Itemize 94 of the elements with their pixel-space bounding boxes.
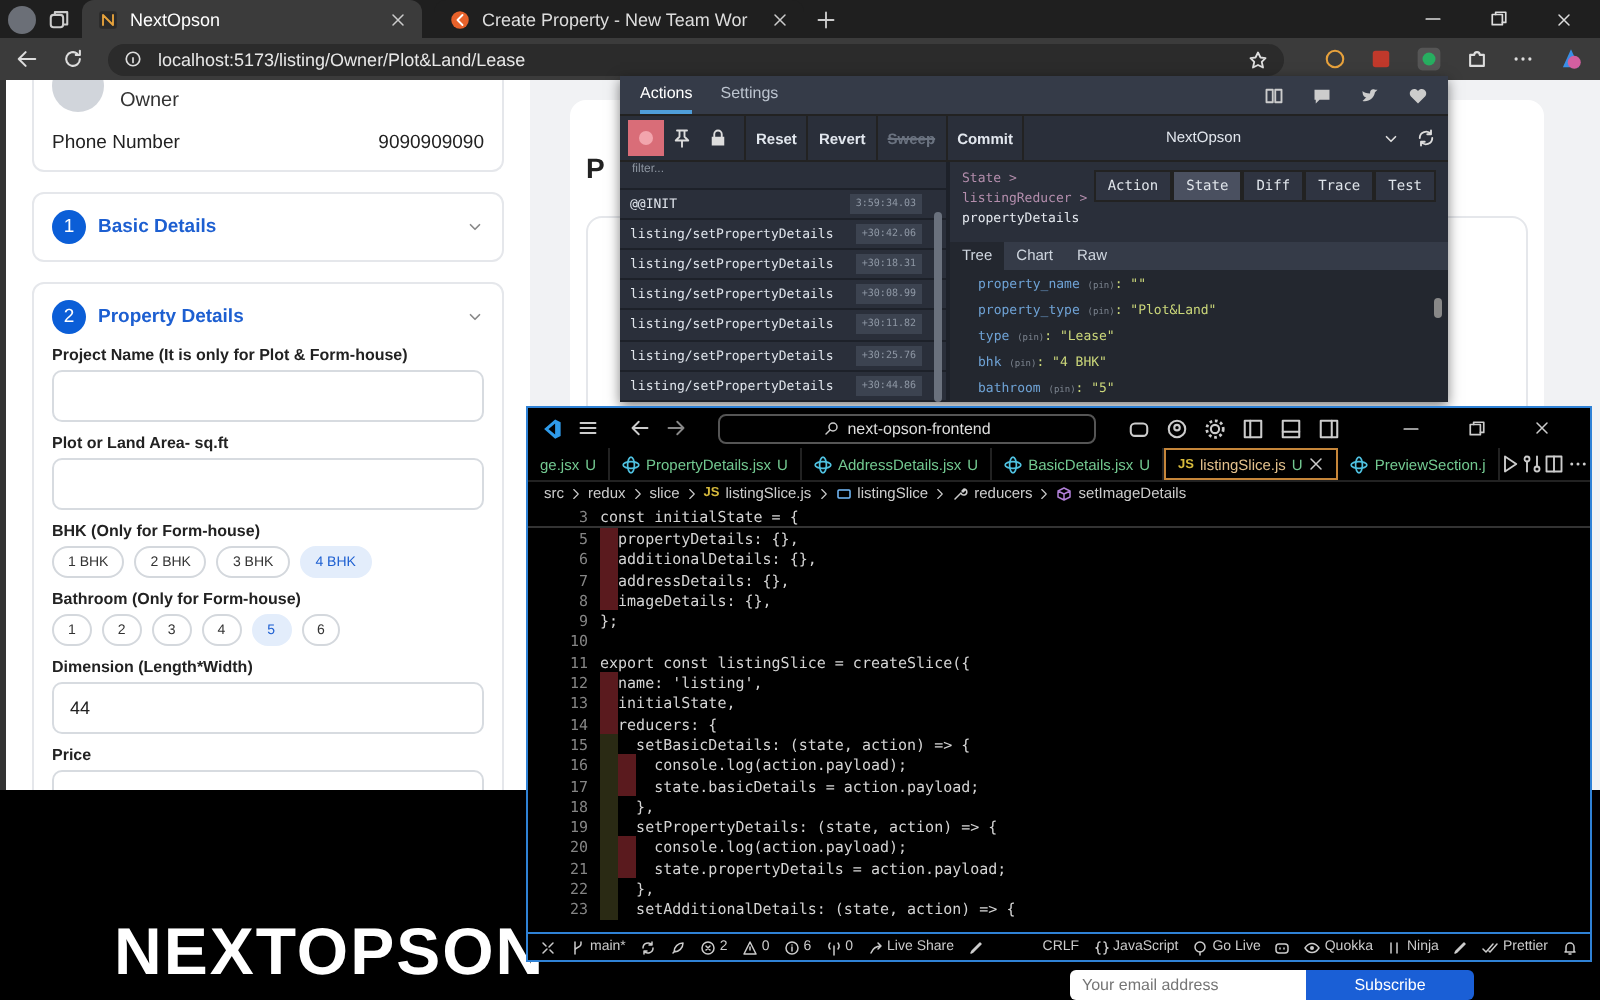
- pin-icon[interactable]: [672, 128, 692, 148]
- lock-icon[interactable]: [708, 128, 728, 148]
- input-field[interactable]: [52, 370, 484, 422]
- search-icon: [823, 420, 840, 436]
- devtools-tab[interactable]: Actions: [640, 76, 693, 114]
- field-label: Bathroom (Only for Form-house): [52, 590, 303, 608]
- split-icon[interactable]: [1544, 454, 1565, 474]
- record-icon: [638, 130, 654, 146]
- field-label: Project Name (It is only for Plot & Form-house): [52, 346, 410, 364]
- brand-logo: NEXTOPSON: [114, 914, 546, 990]
- layout-icon[interactable]: [1242, 417, 1265, 439]
- restore-icon[interactable]: [1490, 10, 1508, 28]
- close-icon[interactable]: [390, 11, 406, 27]
- info-icon[interactable]: [124, 50, 142, 68]
- address-bar[interactable]: localhost:5173/listing/Owner/Plot&Land/Lease: [108, 43, 1284, 75]
- subscribe-button[interactable]: Subscribe: [1306, 970, 1474, 1000]
- refresh-icon[interactable]: [62, 48, 84, 70]
- chevron-right-icon: [631, 487, 644, 499]
- eye-icon: [1304, 939, 1321, 955]
- share-icon: [867, 939, 884, 955]
- layout-icon[interactable]: [1280, 417, 1303, 439]
- atom-icon: [813, 455, 832, 473]
- info-icon: [783, 939, 800, 955]
- double-check-icon: [1482, 939, 1499, 955]
- scrollbar[interactable]: [1434, 298, 1442, 318]
- pen-icon: [968, 939, 984, 955]
- bell-icon: [1562, 939, 1578, 955]
- phone-value: 9090909090: [378, 132, 484, 154]
- new-tab-icon[interactable]: [815, 9, 836, 29]
- owner-role: Owner: [120, 90, 179, 112]
- layout-icon[interactable]: [1318, 417, 1341, 439]
- step-number: 2: [52, 300, 86, 334]
- chevron-right-icon: [817, 487, 830, 499]
- preview-heading: P: [586, 152, 605, 184]
- pause-icon: [1386, 939, 1403, 955]
- puzzle-icon[interactable]: [1466, 48, 1488, 70]
- sync-icon: [639, 939, 656, 955]
- logo-icon: [98, 9, 118, 29]
- restore-icon[interactable]: [1468, 419, 1486, 437]
- close-icon[interactable]: [1308, 456, 1325, 472]
- input-field[interactable]: 44: [52, 682, 484, 734]
- tabs-icon[interactable]: [48, 8, 70, 30]
- forward-icon[interactable]: [666, 418, 686, 438]
- cube-icon: [1056, 485, 1073, 501]
- braces-icon: [1093, 939, 1110, 955]
- close-icon[interactable]: [771, 11, 788, 27]
- sync-icon[interactable]: [1416, 128, 1436, 148]
- close-icon[interactable]: [1556, 11, 1572, 27]
- section-title[interactable]: Property Details: [98, 306, 454, 328]
- section-title[interactable]: Basic Details: [98, 216, 454, 238]
- scrollbar[interactable]: [934, 212, 942, 402]
- account-icon[interactable]: [1166, 417, 1189, 439]
- run-icon[interactable]: [1499, 454, 1520, 474]
- editor-logo-icon: [540, 417, 562, 439]
- wrench-icon: [952, 485, 969, 501]
- error-icon: [699, 939, 716, 955]
- bird-icon[interactable]: [1360, 85, 1380, 105]
- extension-icon[interactable]: [1416, 46, 1442, 72]
- logo-icon: [450, 9, 470, 29]
- phone-label: Phone Number: [52, 132, 180, 154]
- close-icon[interactable]: [1534, 420, 1550, 436]
- settings-icon[interactable]: [1204, 417, 1227, 439]
- menu-icon[interactable]: [578, 418, 598, 438]
- book-icon[interactable]: [1264, 85, 1284, 105]
- heart-icon[interactable]: [1408, 85, 1428, 105]
- field-label: Dimension (Length*Width): [52, 658, 255, 676]
- step-number: 1: [52, 210, 86, 244]
- devtools-tab[interactable]: Settings: [720, 76, 779, 114]
- search-field[interactable]: next-opson-frontend: [718, 413, 1097, 443]
- robot-icon: [1274, 939, 1291, 955]
- atom-icon: [1004, 455, 1023, 473]
- browser-tab[interactable]: NextOpson: [82, 0, 422, 38]
- field-label: Price: [52, 746, 94, 764]
- pen-icon: [1452, 939, 1469, 955]
- back-icon[interactable]: [630, 418, 650, 438]
- email-field[interactable]: Your email address: [1070, 970, 1306, 1000]
- chevron-right-icon: [570, 487, 582, 499]
- atom-icon: [1350, 455, 1369, 473]
- field-label: BHK (Only for Form-house): [52, 522, 262, 540]
- chevron-right-icon: [934, 487, 947, 499]
- antenna-icon: [825, 939, 842, 955]
- chevron-right-icon: [685, 487, 698, 499]
- warning-icon: [741, 939, 758, 955]
- back-icon[interactable]: [16, 48, 38, 70]
- profile-avatar[interactable]: [8, 5, 36, 33]
- atom-icon: [622, 455, 641, 473]
- input-field[interactable]: [52, 458, 484, 510]
- field-label: Plot or Land Area- sq.ft: [52, 434, 231, 452]
- compare-icon[interactable]: [1522, 454, 1543, 474]
- chevron-right-icon: [1038, 487, 1051, 499]
- star-icon[interactable]: [1248, 49, 1268, 69]
- chat-icon[interactable]: [1312, 85, 1332, 105]
- branch-icon: [570, 939, 586, 955]
- extension-icon[interactable]: [1324, 48, 1346, 70]
